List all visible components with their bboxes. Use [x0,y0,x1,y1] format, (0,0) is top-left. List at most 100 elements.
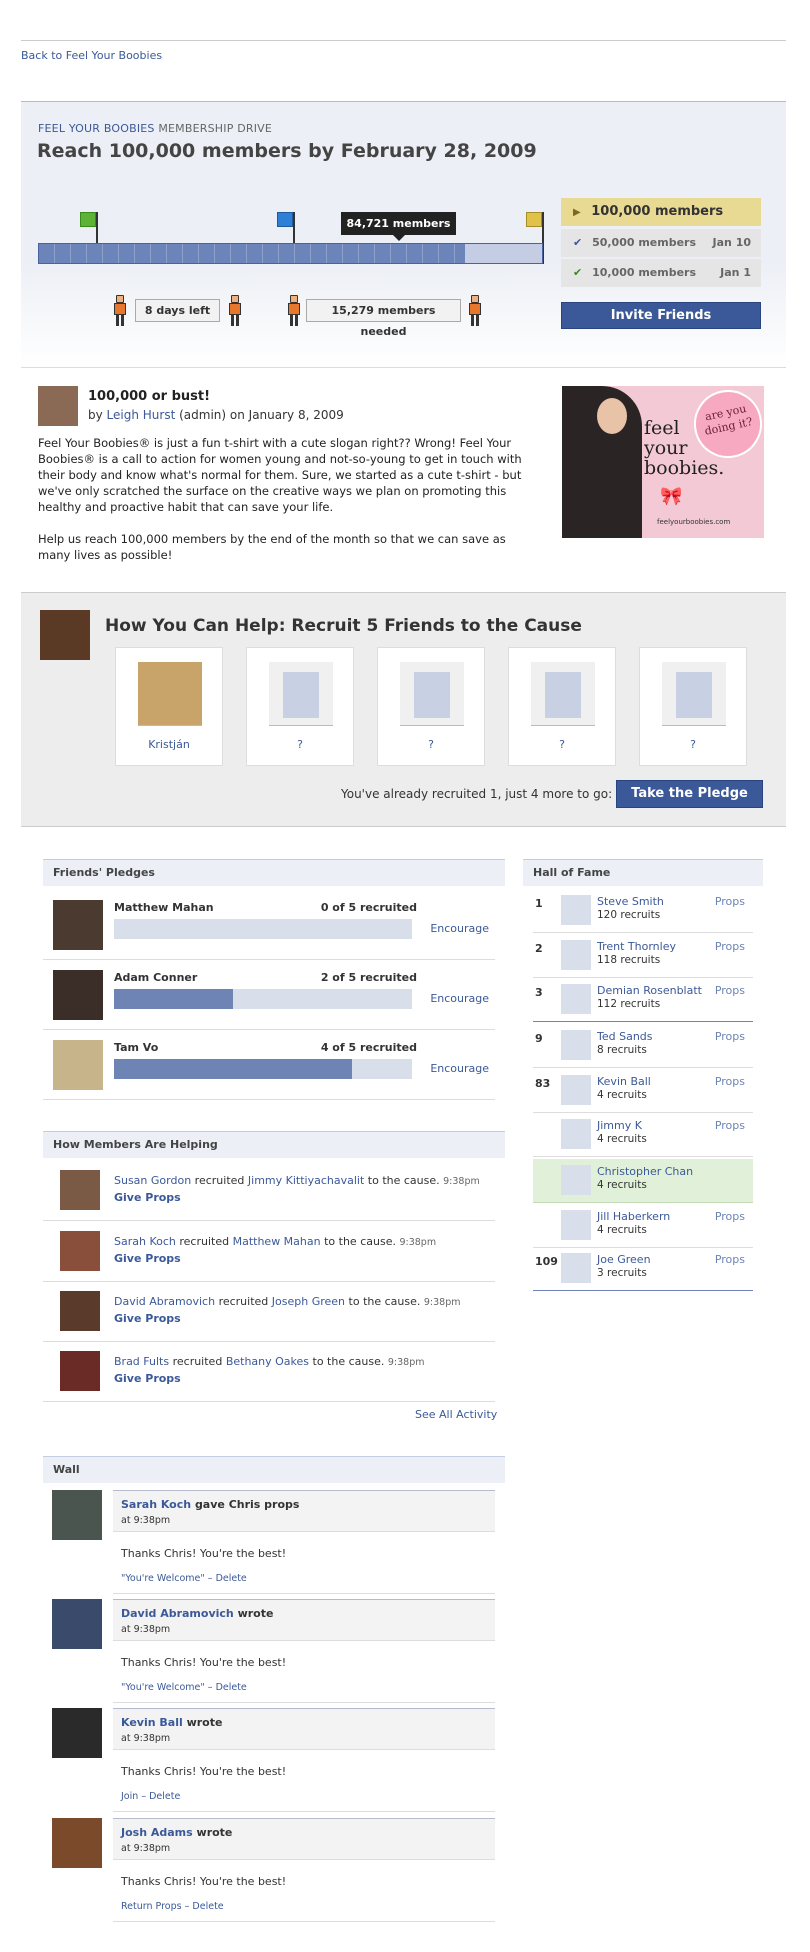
recruit-slot-name[interactable]: Kristján [116,738,222,751]
delete-link[interactable]: Delete [216,1573,247,1584]
avatar[interactable] [60,1170,100,1210]
poster-link[interactable]: Sarah Koch [121,1498,191,1511]
avatar[interactable] [561,1253,591,1283]
author-link[interactable]: Leigh Hurst [107,408,176,422]
pledge-progress-bar [114,919,412,939]
wall-post: David Abramovich wrote at 9:38pm Thanks Ch… [43,1599,495,1703]
props-link[interactable]: Props [715,940,745,953]
recruit-slot[interactable]: Kristján [115,647,223,766]
avatar[interactable] [52,1490,102,1540]
activity-tail: to the cause. [348,1295,421,1308]
recruit-slot-name[interactable]: ? [509,738,615,751]
wall-action-link[interactable]: Return Props [121,1901,182,1912]
delete-link[interactable]: Delete [216,1682,247,1693]
member-name-link[interactable]: Trent Thornley [597,940,676,953]
pledge-name[interactable]: Matthew Mahan [114,901,214,914]
see-all-activity-link[interactable]: See All Activity [415,1408,497,1421]
target-link[interactable]: Jimmy Kittiyachavalit [248,1174,364,1187]
delete-link[interactable]: Delete [192,1901,223,1912]
wall-action-link[interactable]: Join [121,1791,138,1802]
props-link[interactable]: Props [715,895,745,908]
give-props-link[interactable]: Give Props [114,1252,181,1265]
play-arrow-icon: ▶ [573,207,581,218]
avatar[interactable] [561,895,591,925]
member-name-link[interactable]: Kevin Ball [597,1075,651,1088]
avatar[interactable] [561,1075,591,1105]
target-link[interactable]: Joseph Green [272,1295,345,1308]
separator: – [207,1573,213,1584]
member-name-link[interactable]: Jill Haberkern [597,1210,670,1223]
member-name-link[interactable]: Joe Green [597,1253,651,1266]
member-name-link[interactable]: Ted Sands [597,1030,653,1043]
give-props-link[interactable]: Give Props [114,1191,181,1204]
poster-link[interactable]: Josh Adams [121,1826,193,1839]
props-link[interactable]: Props [715,1119,745,1132]
author-avatar[interactable] [38,386,78,426]
recruit-count: 120 recruits [597,909,661,921]
avatar[interactable] [60,1291,100,1331]
brand-link[interactable]: FEEL YOUR BOOBIES [38,122,155,135]
avatar[interactable] [561,1119,591,1149]
recruit-slot-name[interactable]: ? [247,738,353,751]
check-icon: ✔ [573,236,583,249]
person-icon [466,295,484,327]
avatar[interactable] [52,1818,102,1868]
pledge-name[interactable]: Adam Conner [114,971,197,984]
member-name-link[interactable]: Demian Rosenblatt [597,984,702,997]
wall-action-link[interactable]: "You're Welcome" [121,1682,205,1693]
avatar[interactable] [561,1165,591,1195]
avatar[interactable] [53,970,103,1020]
goal-label: 50,000 members [592,236,697,249]
encourage-link[interactable]: Encourage [430,1062,489,1075]
props-link[interactable]: Props [715,1253,745,1266]
actor-link[interactable]: David Abramovich [114,1295,215,1308]
person-icon [285,295,303,327]
avatar[interactable] [561,1030,591,1060]
byline-prefix: by [88,408,103,422]
props-link[interactable]: Props [715,1030,745,1043]
avatar[interactable] [53,1040,103,1090]
props-link[interactable]: Props [715,984,745,997]
give-props-link[interactable]: Give Props [114,1312,181,1325]
avatar[interactable] [561,940,591,970]
viewer-avatar[interactable] [40,610,90,660]
pledge-name[interactable]: Tam Vo [114,1041,158,1054]
avatar[interactable] [60,1351,100,1391]
member-name-link[interactable]: Steve Smith [597,895,664,908]
recruit-slot[interactable]: ? [639,647,747,766]
give-props-link[interactable]: Give Props [114,1372,181,1385]
avatar[interactable] [60,1231,100,1271]
poster-link[interactable]: Kevin Ball [121,1716,183,1729]
member-name-link[interactable]: Jimmy K [597,1119,642,1132]
avatar[interactable] [52,1599,102,1649]
target-link[interactable]: Bethany Oakes [226,1355,309,1368]
recruit-slot[interactable]: ? [508,647,616,766]
avatar[interactable] [561,984,591,1014]
avatar[interactable] [52,1708,102,1758]
member-name-link[interactable]: Christopher Chan [597,1165,693,1178]
actor-link[interactable]: Sarah Koch [114,1235,176,1248]
back-link[interactable]: Back to Feel Your Boobies [21,49,162,62]
hall-of-fame-row: Jimmy K4 recruits Props [533,1113,753,1157]
feel-your-boobies-ad[interactable]: feel your boobies. are you doing it? 🎀 f… [562,386,764,538]
props-link[interactable]: Props [715,1075,745,1088]
target-link[interactable]: Matthew Mahan [233,1235,321,1248]
wall-action-link[interactable]: "You're Welcome" [121,1573,205,1584]
actor-link[interactable]: Susan Gordon [114,1174,191,1187]
recruit-slot[interactable]: ? [377,647,485,766]
actor-link[interactable]: Brad Fults [114,1355,169,1368]
wall-post-header: Josh Adams wrote at 9:38pm [113,1818,495,1860]
avatar[interactable] [53,900,103,950]
encourage-link[interactable]: Encourage [430,922,489,935]
take-pledge-button[interactable]: Take the Pledge [616,780,763,808]
props-link[interactable]: Props [715,1210,745,1223]
recruit-slot-name[interactable]: ? [640,738,746,751]
recruit-slot-name[interactable]: ? [378,738,484,751]
avatar[interactable] [561,1210,591,1240]
recruit-slot[interactable]: ? [246,647,354,766]
poster-link[interactable]: David Abramovich [121,1607,234,1620]
delete-link[interactable]: Delete [149,1791,180,1802]
invite-friends-button[interactable]: Invite Friends [561,302,761,329]
hall-of-fame-row: 9 Ted Sands 8 recruits Props [533,1024,753,1068]
encourage-link[interactable]: Encourage [430,992,489,1005]
